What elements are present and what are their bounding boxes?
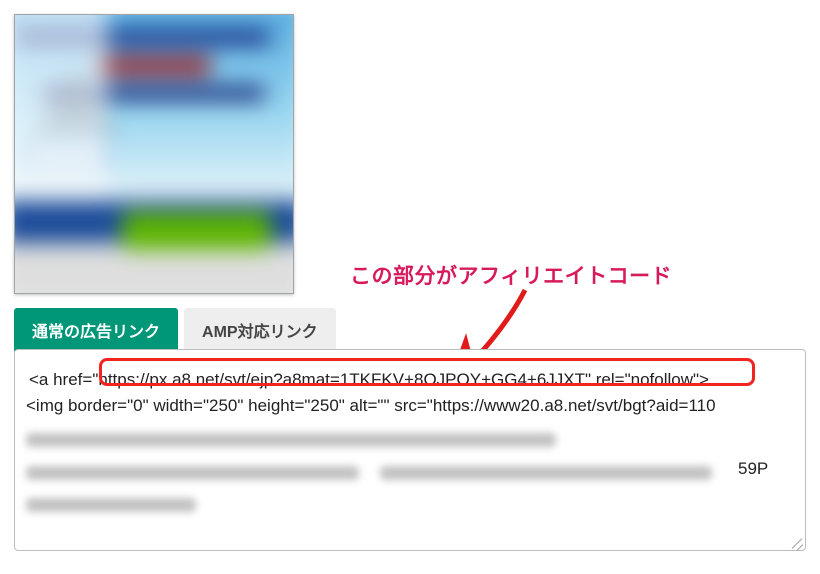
blurred-code-line [380, 466, 712, 480]
tab-normal-ad-link[interactable]: 通常の広告リンク [14, 308, 178, 351]
ad-code-textarea[interactable]: <a href="https://px.a8.net/svt/ejp?a8mat… [14, 349, 806, 551]
ad-banner-preview [14, 14, 294, 294]
blurred-code-line [26, 466, 359, 480]
tab-amp-link[interactable]: AMP対応リンク [184, 308, 336, 351]
ad-code-line-4-tail: 59P [738, 459, 768, 479]
code-suffix: "> [693, 370, 709, 389]
tab-label: 通常の広告リンク [32, 324, 160, 341]
blurred-code-line [26, 498, 196, 512]
textarea-resize-grip[interactable] [788, 534, 802, 548]
tab-label: AMP対応リンク [202, 324, 318, 341]
blurred-code-line [26, 433, 556, 447]
affiliate-code-segment: https://px.a8.net/svt/ejp?a8mat=1TKFKV+8… [98, 370, 693, 389]
ad-code-line-2: <img border="0" width="250" height="250"… [26, 396, 716, 416]
link-type-tabs: 通常の広告リンク AMP対応リンク [14, 308, 336, 351]
affiliate-code-callout: この部分がアフィリエイトコード [350, 260, 672, 290]
ad-code-line-1: <a href="https://px.a8.net/svt/ejp?a8mat… [29, 364, 793, 396]
code-prefix: <a href=" [29, 370, 98, 389]
